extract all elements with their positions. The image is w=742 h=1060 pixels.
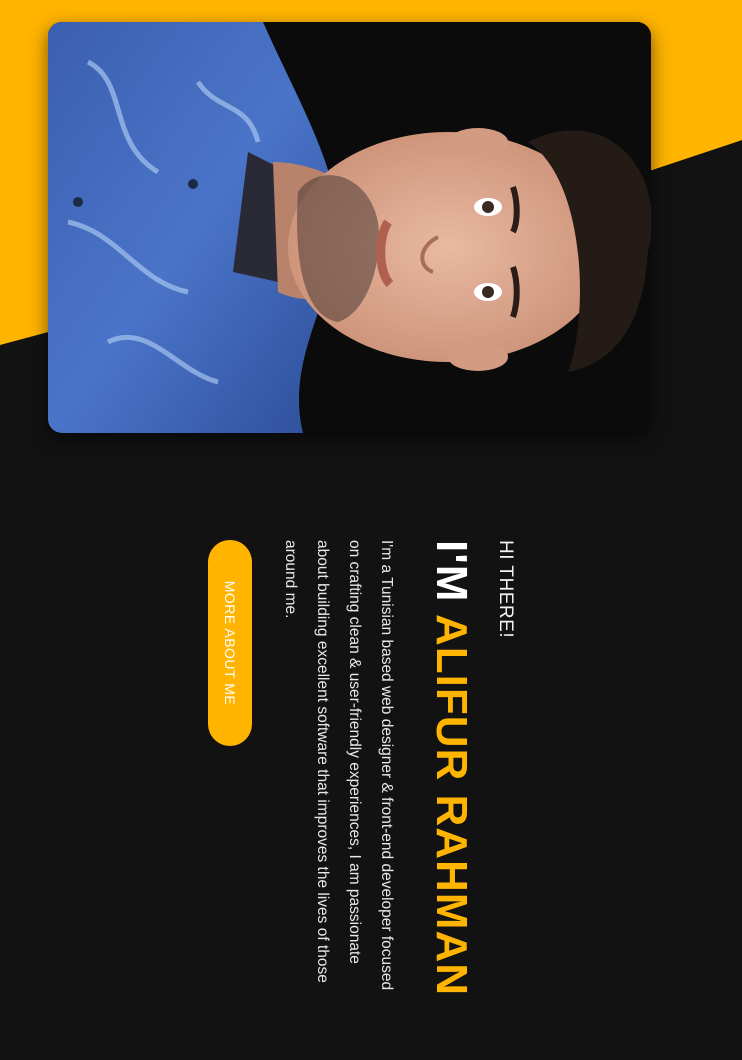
profile-photo [48, 22, 651, 433]
hero-headline: I'M ALIFUR RAHMAN [426, 540, 476, 996]
bio-paragraph: I'm a Tunisian based web designer & fron… [274, 540, 402, 1060]
bio-line: around me. [282, 540, 299, 619]
hero-section: HI THERE! I'M ALIFUR RAHMAN I'm a Tunisi… [190, 540, 520, 1060]
bio-line: on crafting clean & user-friendly experi… [346, 540, 363, 964]
more-about-me-button[interactable]: MORE ABOUT ME [208, 540, 252, 746]
greeting-text: HI THERE! [495, 540, 516, 639]
bio-line: I'm a Tunisian based web designer & fron… [378, 540, 395, 991]
headline-name: ALIFUR RAHMAN [427, 613, 476, 996]
bio-line: about building excellent software that i… [314, 540, 331, 983]
headline-prefix: I'M [427, 540, 476, 603]
